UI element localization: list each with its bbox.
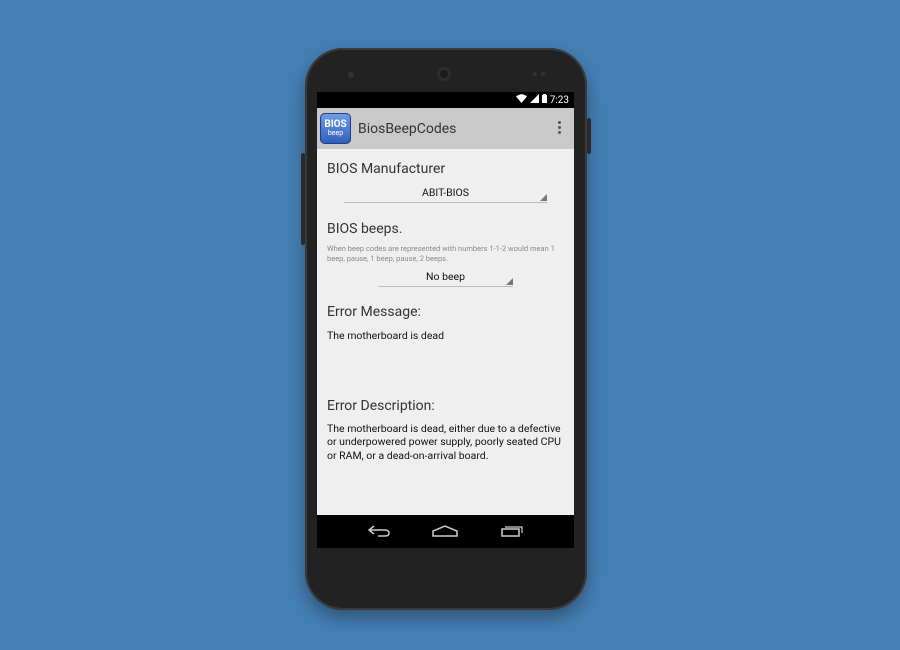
- front-camera: [437, 67, 451, 81]
- wifi-icon: [515, 94, 527, 106]
- beeps-spinner[interactable]: No beep: [378, 270, 513, 287]
- main-content: BIOS Manufacturer ABIT-BIOS BIOS beeps. …: [317, 149, 574, 515]
- app-logo-icon[interactable]: BIOS beep: [320, 113, 351, 144]
- dropdown-arrow-icon: [540, 194, 547, 201]
- home-icon[interactable]: [432, 522, 459, 541]
- navigation-bar: [317, 515, 574, 548]
- power-button: [587, 118, 591, 154]
- manufacturer-label: BIOS Manufacturer: [327, 161, 446, 177]
- manufacturer-selected: ABIT-BIOS: [422, 186, 469, 199]
- overflow-menu-icon[interactable]: [558, 121, 562, 136]
- error-description-value: The motherboard is dead, either due to a…: [327, 421, 561, 462]
- dropdown-arrow-icon: [506, 278, 513, 285]
- status-bar: 7:23: [317, 92, 574, 108]
- beeps-selected: No beep: [425, 270, 465, 283]
- phone-frame: 7:23 BIOS beep BiosBeepCodes BIOS Manufa…: [301, 48, 591, 610]
- beeps-label: BIOS beeps.: [327, 221, 403, 237]
- battery-icon: [541, 94, 547, 106]
- error-message-label: Error Message:: [327, 304, 421, 320]
- app-logo-subtext: beep: [327, 129, 344, 137]
- sensor-dot: [348, 72, 354, 78]
- recents-icon[interactable]: [501, 522, 523, 541]
- volume-button: [301, 153, 305, 245]
- action-bar: BIOS beep BiosBeepCodes: [317, 108, 574, 149]
- sensor-dot: [541, 72, 545, 76]
- sensor-dot: [533, 72, 537, 76]
- signal-icon: [529, 94, 539, 106]
- error-message-value: The motherboard is dead: [327, 329, 445, 342]
- screen: 7:23 BIOS beep BiosBeepCodes BIOS Manufa…: [317, 92, 574, 548]
- error-description-label: Error Description:: [327, 397, 435, 414]
- status-time: 7:23: [549, 94, 569, 106]
- manufacturer-spinner[interactable]: ABIT-BIOS: [344, 186, 547, 203]
- beeps-hint: When beep codes are represented with num…: [327, 244, 555, 263]
- app-title: BiosBeepCodes: [358, 120, 457, 137]
- back-icon[interactable]: [367, 522, 390, 541]
